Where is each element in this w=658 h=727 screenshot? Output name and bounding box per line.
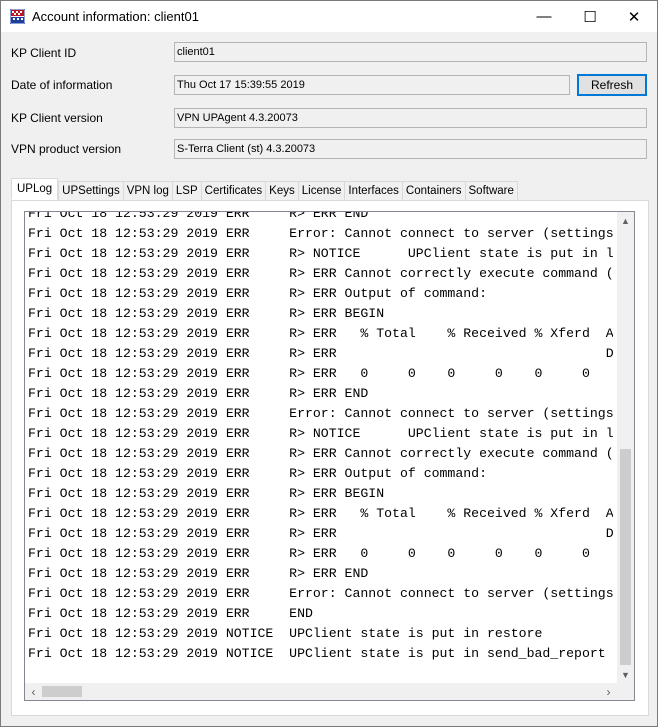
tab-vpn-log[interactable]: VPN log xyxy=(122,181,172,200)
tab-uplog[interactable]: UPLog xyxy=(11,178,59,200)
window-title: Account information: client01 xyxy=(32,9,199,24)
tab-interfaces[interactable]: Interfaces xyxy=(344,181,402,200)
date-label: Date of information xyxy=(11,78,113,92)
client-id-label: KP Client ID xyxy=(11,46,77,60)
date-field[interactable]: Thu Oct 17 15:39:55 2019 xyxy=(174,75,570,95)
tab-upsettings[interactable]: UPSettings xyxy=(58,181,123,200)
log-line: Fri Oct 18 12:53:29 2019 ERR Error: Cann… xyxy=(28,406,613,421)
horizontal-scrollbar[interactable]: ‹ › xyxy=(25,683,617,700)
tab-lsp[interactable]: LSP xyxy=(171,181,201,200)
refresh-button[interactable]: Refresh xyxy=(577,74,647,96)
log-line: Fri Oct 18 12:53:29 2019 ERR R> ERR % To… xyxy=(28,506,613,521)
product-version-field[interactable]: S-Terra Client (st) 4.3.20073 xyxy=(174,139,647,159)
log-line: Fri Oct 18 12:53:29 2019 ERR R> ERR END xyxy=(28,211,369,221)
horizontal-scroll-thumb[interactable] xyxy=(42,686,82,697)
tab-keys[interactable]: Keys xyxy=(265,181,298,200)
log-line: Fri Oct 18 12:53:29 2019 NOTICE UPClient… xyxy=(28,646,606,661)
log-line: Fri Oct 18 12:53:29 2019 ERR R> ERR END xyxy=(28,386,369,401)
log-line: Fri Oct 18 12:53:29 2019 ERR R> ERR D xyxy=(28,526,613,541)
tab-containers[interactable]: Containers xyxy=(401,181,465,200)
tab-software[interactable]: Software xyxy=(464,181,518,200)
log-line: Fri Oct 18 12:53:29 2019 ERR R> ERR D xyxy=(28,346,613,361)
client-id-field[interactable]: client01 xyxy=(174,42,647,62)
log-line: Fri Oct 18 12:53:29 2019 ERR R> ERR 0 0 … xyxy=(28,366,590,381)
title-bar[interactable]: Account information: client01 — ☐ ✕ xyxy=(1,1,657,32)
tab-strip: UPLog UPSettings VPN log LSP Certificate… xyxy=(11,178,518,200)
log-line: Fri Oct 18 12:53:29 2019 ERR R> ERR Outp… xyxy=(28,286,487,301)
log-line: Fri Oct 18 12:53:29 2019 ERR R> ERR BEGI… xyxy=(28,306,385,321)
log-line: Fri Oct 18 12:53:29 2019 ERR R> NOTICE U… xyxy=(28,426,613,441)
log-line: Fri Oct 18 12:53:29 2019 NOTICE UPClient… xyxy=(28,626,543,641)
log-line: Fri Oct 18 12:53:29 2019 ERR Error: Cann… xyxy=(28,586,613,601)
close-button[interactable]: ✕ xyxy=(611,1,657,32)
log-lines: Fri Oct 18 12:53:29 2019 ERR R> ERR END F… xyxy=(28,211,613,664)
account-info-window: Account information: client01 — ☐ ✕ KP C… xyxy=(0,0,658,727)
scroll-left-icon[interactable]: ‹ xyxy=(25,683,42,700)
client-version-field[interactable]: VPN UPAgent 4.3.20073 xyxy=(174,108,647,128)
uplog-panel: Fri Oct 18 12:53:29 2019 ERR R> ERR END F… xyxy=(11,200,649,716)
log-line: Fri Oct 18 12:53:29 2019 ERR R> ERR 0 0 … xyxy=(28,546,590,561)
product-version-label: VPN product version xyxy=(11,142,122,156)
log-textarea[interactable]: Fri Oct 18 12:53:29 2019 ERR R> ERR END F… xyxy=(24,211,635,701)
scroll-down-icon[interactable]: ▼ xyxy=(617,666,634,683)
log-line: Fri Oct 18 12:53:29 2019 ERR R> ERR END xyxy=(28,566,369,581)
log-line: Fri Oct 18 12:53:29 2019 ERR R> ERR Outp… xyxy=(28,466,487,481)
minimize-icon: — xyxy=(536,8,552,25)
log-line: Fri Oct 18 12:53:29 2019 ERR Error: Cann… xyxy=(28,226,613,241)
log-line: Fri Oct 18 12:53:29 2019 ERR END xyxy=(28,606,313,621)
log-line: Fri Oct 18 12:53:29 2019 ERR R> ERR % To… xyxy=(28,326,613,341)
log-line: Fri Oct 18 12:53:29 2019 ERR R> NOTICE U… xyxy=(28,246,613,261)
log-line: Fri Oct 18 12:53:29 2019 ERR R> ERR BEGI… xyxy=(28,486,385,501)
app-icon xyxy=(10,9,25,24)
maximize-icon: ☐ xyxy=(583,8,597,26)
scroll-corner xyxy=(617,683,634,700)
tab-license[interactable]: License xyxy=(297,181,345,200)
log-line: Fri Oct 18 12:53:29 2019 ERR R> ERR Cann… xyxy=(28,266,613,281)
minimize-button[interactable]: — xyxy=(521,1,567,32)
client-version-label: KP Client version xyxy=(11,111,103,125)
log-line: Fri Oct 18 12:53:29 2019 ERR R> ERR Cann… xyxy=(28,446,613,461)
scroll-right-icon[interactable]: › xyxy=(600,683,617,700)
scroll-up-icon[interactable]: ▲ xyxy=(617,212,634,229)
tab-certificates[interactable]: Certificates xyxy=(200,181,266,200)
vertical-scroll-thumb[interactable] xyxy=(620,449,631,665)
vertical-scrollbar[interactable]: ▲ ▼ xyxy=(617,212,634,683)
close-icon: ✕ xyxy=(627,8,641,26)
maximize-button[interactable]: ☐ xyxy=(567,1,613,32)
